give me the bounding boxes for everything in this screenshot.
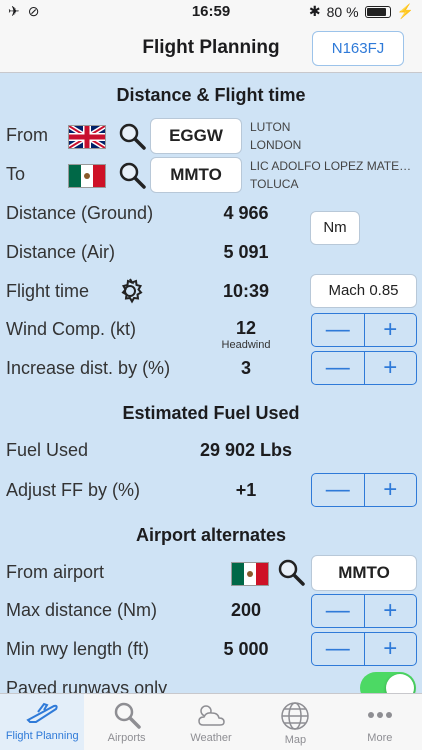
mexico-flag-icon	[68, 164, 106, 188]
distance-ground-label: Distance (Ground)	[6, 203, 154, 223]
max-distance-label: Max distance (Nm)	[6, 600, 158, 620]
section-alternates-title: Airport alternates	[135, 525, 287, 545]
wind-plus-button[interactable]: +	[365, 314, 417, 346]
from-airport-label: From airport	[6, 562, 105, 582]
tab-more[interactable]: More	[338, 694, 422, 750]
distance-ground-value: 4 966	[223, 203, 269, 223]
tab-airports-label: Airports	[107, 732, 146, 744]
distance-air-value: 5 091	[223, 242, 269, 262]
adjust-ff-value: +1	[235, 480, 257, 500]
increase-dist-minus-button[interactable]: —	[312, 352, 365, 384]
gear-icon[interactable]	[115, 276, 145, 311]
battery-icon	[364, 5, 391, 18]
increase-dist-plus-button[interactable]: +	[365, 352, 417, 384]
increase-dist-label: Increase dist. by (%)	[6, 358, 171, 378]
battery-percent: 80 %	[326, 3, 359, 20]
max-distance-plus-button[interactable]: +	[365, 595, 417, 627]
mexico-flag-icon	[231, 562, 269, 586]
section-distance-title: Distance & Flight time	[116, 85, 306, 105]
min-rwy-stepper[interactable]: — +	[311, 632, 417, 666]
to-label: To	[6, 164, 26, 184]
section-fuel-title: Estimated Fuel Used	[122, 403, 300, 423]
min-rwy-plus-button[interactable]: +	[365, 633, 417, 665]
tab-airports[interactable]: Airports	[84, 694, 168, 750]
airplane-icon	[26, 702, 58, 723]
fuel-used-value: 29 902 Lbs	[199, 440, 293, 460]
search-icon	[114, 702, 141, 729]
min-rwy-minus-button[interactable]: —	[312, 633, 365, 665]
distance-unit-button[interactable]: Nm	[310, 211, 360, 245]
max-distance-value: 200	[230, 600, 262, 620]
status-right: ✱ 80 % ⚡	[309, 3, 414, 20]
search-alternate-icon[interactable]	[277, 558, 305, 591]
increase-dist-value: 3	[240, 358, 251, 378]
min-rwy-value: 5 000	[223, 639, 269, 659]
globe-icon	[281, 702, 310, 730]
to-airport-name-line2: TOLUCA	[250, 177, 299, 191]
tab-bar: Flight Planning Airports Weather Map Mor…	[0, 693, 422, 750]
flight-time-value: 10:39	[222, 281, 270, 301]
weather-icon	[198, 705, 225, 726]
tab-map-label: Map	[284, 734, 307, 746]
adjust-ff-minus-button[interactable]: —	[312, 474, 365, 506]
flight-time-label: Flight time	[6, 281, 90, 301]
increase-dist-stepper[interactable]: — +	[311, 351, 417, 385]
min-rwy-label: Min rwy length (ft)	[6, 639, 150, 659]
from-label: From	[6, 125, 48, 145]
tab-more-label: More	[367, 732, 393, 744]
from-airport-name-line2: LONDON	[250, 138, 302, 152]
wind-comp-sub: Headwind	[221, 339, 271, 351]
max-distance-stepper[interactable]: — +	[311, 594, 417, 628]
tab-weather-label: Weather	[190, 732, 232, 744]
adjust-ff-plus-button[interactable]: +	[365, 474, 417, 506]
wind-stepper[interactable]: — +	[311, 313, 417, 347]
distance-air-label: Distance (Air)	[6, 242, 116, 262]
from-airport-name: LUTON LONDON	[250, 118, 301, 154]
to-airport-name: LIC ADOLFO LOPEZ MATE… TOLUCA	[250, 157, 411, 193]
fuel-used-label: Fuel Used	[6, 440, 89, 460]
from-airport-name-line1: LUTON	[250, 120, 291, 134]
aircraft-registration-button[interactable]: N163FJ	[312, 31, 404, 66]
max-distance-minus-button[interactable]: —	[312, 595, 365, 627]
to-airport-name-line1: LIC ADOLFO LOPEZ MATE…	[250, 159, 412, 173]
more-icon	[367, 712, 392, 718]
to-airport-code[interactable]: MMTO	[150, 157, 242, 193]
search-to-icon[interactable]	[118, 161, 146, 194]
alternate-airport-code[interactable]: MMTO	[311, 555, 417, 591]
bluetooth-icon: ✱	[308, 3, 321, 19]
charging-icon: ⚡	[396, 3, 414, 19]
tab-flight-planning-label: Flight Planning	[5, 730, 79, 742]
status-bar: ✈ ⊘ 16:59 ✱ 80 % ⚡	[0, 0, 422, 24]
tab-map[interactable]: Map	[253, 694, 337, 750]
wind-comp-value: 12	[235, 318, 257, 338]
uk-flag-icon	[68, 125, 106, 149]
from-airport-code[interactable]: EGGW	[150, 118, 242, 154]
speed-button[interactable]: Mach 0.85	[310, 274, 417, 308]
adjust-ff-label: Adjust FF by (%)	[6, 480, 141, 500]
wind-comp-label: Wind Comp. (kt)	[6, 319, 137, 339]
wind-minus-button[interactable]: —	[312, 314, 365, 346]
nav-bar: Flight Planning N163FJ	[0, 24, 422, 73]
adjust-ff-stepper[interactable]: — +	[311, 473, 417, 507]
search-from-icon[interactable]	[118, 122, 146, 155]
tab-flight-planning[interactable]: Flight Planning	[0, 694, 85, 750]
tab-weather[interactable]: Weather	[169, 694, 253, 750]
